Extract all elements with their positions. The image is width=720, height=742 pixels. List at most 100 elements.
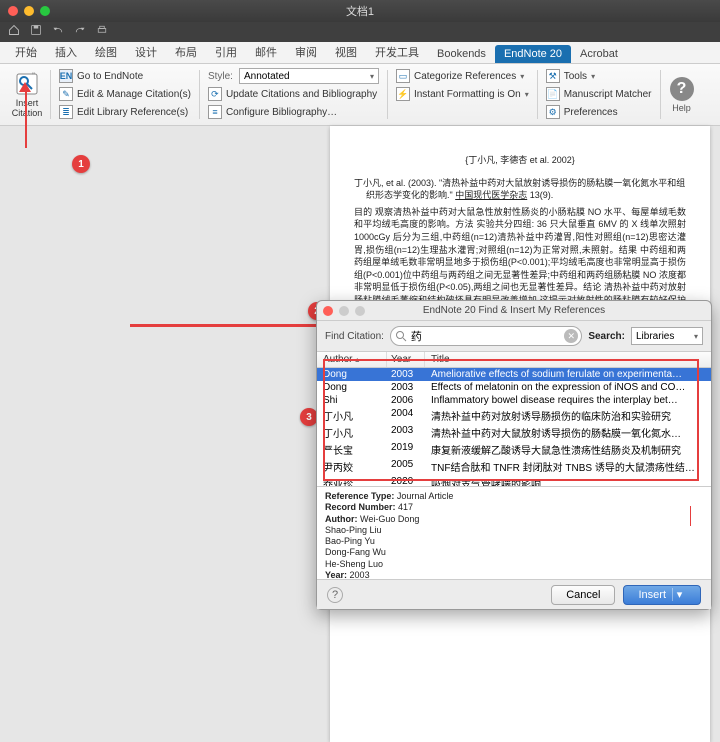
update-citations-label: Update Citations and Bibliography — [226, 89, 377, 100]
document-icon: 📄 — [546, 87, 560, 101]
row-year: 2003 — [387, 381, 425, 394]
library-select[interactable]: Libraries ▾ — [631, 327, 703, 345]
flash-icon: ⚡ — [396, 87, 410, 101]
zoom-icon[interactable] — [40, 6, 50, 16]
redo-icon[interactable] — [74, 23, 86, 41]
chevron-down-icon[interactable]: ▾ — [672, 588, 686, 601]
tab-开始[interactable]: 开始 — [6, 41, 46, 63]
find-insert-dialog: EndNote 20 Find & Insert My References F… — [316, 300, 712, 610]
chevron-down-icon: ▾ — [520, 72, 524, 81]
categorize-refs-button[interactable]: ▭ Categorize References ▾ — [396, 68, 529, 84]
tools-label: Tools — [564, 71, 587, 82]
find-citation-label: Find Citation: — [325, 331, 384, 342]
close-icon[interactable] — [8, 6, 18, 16]
row-title: 清热补益中药对大鼠放射诱导损伤的肠黏膜一氧化氮水… — [425, 424, 711, 441]
dialog-traffic-lights[interactable] — [317, 306, 365, 316]
close-icon[interactable] — [323, 306, 333, 316]
tab-审阅[interactable]: 审阅 — [286, 41, 326, 63]
help-button[interactable]: ? Help — [663, 68, 701, 121]
tab-设计[interactable]: 设计 — [126, 41, 166, 63]
row-author: 丁小凡 — [317, 407, 387, 424]
tab-插入[interactable]: 插入 — [46, 41, 86, 63]
style-label: Style: — [208, 71, 233, 82]
insert-citation-label: Insert Citation — [6, 99, 48, 118]
edit-manage-citations-button[interactable]: ✎ Edit & Manage Citation(s) — [59, 86, 191, 102]
style-select[interactable]: Annotated ▾ — [239, 68, 379, 84]
author-extra: Bao-Ping Yu — [325, 536, 703, 547]
ref-type-label: Reference Type: — [325, 491, 394, 501]
dialog-help-button[interactable]: ? — [327, 587, 343, 603]
result-row[interactable]: Dong2003Ameliorative effects of sodium f… — [317, 368, 711, 381]
tab-Bookends[interactable]: Bookends — [428, 45, 495, 63]
column-year[interactable]: Year — [387, 352, 425, 367]
instant-formatting-button[interactable]: ⚡ Instant Formatting is On ▾ — [396, 86, 529, 102]
style-value: Annotated — [244, 71, 290, 82]
tab-视图[interactable]: 视图 — [326, 41, 366, 63]
results-list[interactable]: Dong2003Ameliorative effects of sodium f… — [317, 368, 711, 486]
tools-group: ⚒ Tools ▾ 📄 Manuscript Matcher ⚙ Prefere… — [540, 68, 658, 121]
configure-bibliography-label: Configure Bibliography… — [226, 107, 337, 118]
manuscript-label: Manuscript Matcher — [564, 89, 652, 100]
row-title: TNF结合肽和 TNFR 封闭肽对 TNBS 诱导的大鼠溃疡性结… — [425, 458, 711, 475]
search-button[interactable]: Search: — [588, 331, 625, 342]
save-icon[interactable] — [30, 23, 42, 41]
minimize-icon[interactable] — [24, 6, 34, 16]
search-input[interactable] — [390, 326, 582, 346]
configure-bibliography-button[interactable]: ≡ Configure Bibliography… — [208, 104, 379, 120]
categorize-label: Categorize References — [414, 71, 516, 82]
edit-library-refs-button[interactable]: ≣ Edit Library Reference(s) — [59, 104, 191, 120]
manuscript-matcher-button[interactable]: 📄 Manuscript Matcher — [546, 86, 652, 102]
tab-引用[interactable]: 引用 — [206, 41, 246, 63]
go-to-endnote-button[interactable]: EN Go to EndNote — [59, 68, 191, 84]
result-row[interactable]: 丁小凡2003清热补益中药对大鼠放射诱导损伤的肠黏膜一氧化氮水… — [317, 424, 711, 441]
insert-citation-button[interactable]: ” Insert Citation — [6, 68, 48, 121]
dialog-titlebar: EndNote 20 Find & Insert My References — [317, 301, 711, 321]
print-icon[interactable] — [96, 23, 108, 41]
bibliography-group: Style: Annotated ▾ ⟳ Update Citations an… — [202, 68, 385, 121]
edit-library-label: Edit Library Reference(s) — [77, 107, 188, 118]
result-row[interactable]: Dong2003Effects of melatonin on the expr… — [317, 381, 711, 394]
tab-开发工具[interactable]: 开发工具 — [366, 41, 428, 63]
result-row[interactable]: 乔亚珍2020吸烟对支气管哮喘的影响 — [317, 475, 711, 486]
rec-num-label: Record Number: — [325, 502, 396, 512]
endnote-badge-icon: EN — [59, 69, 73, 83]
traffic-lights[interactable] — [0, 6, 50, 16]
tab-EndNote 20[interactable]: EndNote 20 — [495, 45, 571, 63]
row-title: 吸烟对支气管哮喘的影响 — [425, 475, 711, 486]
instant-fmt-label: Instant Formatting is On — [414, 89, 521, 100]
column-title[interactable]: Title — [425, 352, 711, 367]
insert-button[interactable]: Insert ▾ — [623, 585, 701, 605]
document-title: 文档1 — [346, 3, 374, 19]
author-extra: Dong-Fang Wu — [325, 547, 703, 558]
row-year: 2020 — [387, 475, 425, 486]
tab-布局[interactable]: 布局 — [166, 41, 206, 63]
undo-icon[interactable] — [52, 23, 64, 41]
result-row[interactable]: Shi2006Inflammatory bowel disease requir… — [317, 394, 711, 407]
tools-button[interactable]: ⚒ Tools ▾ — [546, 68, 652, 84]
home-icon[interactable] — [8, 23, 20, 41]
tab-Acrobat[interactable]: Acrobat — [571, 45, 627, 63]
ribbon: ” Insert Citation EN Go to EndNote ✎ Edi… — [0, 64, 720, 126]
row-year: 2019 — [387, 441, 425, 458]
citation-group: EN Go to EndNote ✎ Edit & Manage Citatio… — [53, 68, 197, 121]
chevron-down-icon: ▾ — [694, 332, 698, 341]
result-row[interactable]: 严长宝2019康复新液缓解乙酸诱导大鼠急性溃疡性结肠炎及机制研究 — [317, 441, 711, 458]
result-row[interactable]: 尹丙姣2005TNF结合肽和 TNFR 封闭肽对 TNBS 诱导的大鼠溃疡性结… — [317, 458, 711, 475]
svg-text:”: ” — [32, 71, 35, 81]
arrowhead-icon — [19, 82, 31, 92]
result-row[interactable]: 丁小凡2004清热补益中药对放射诱导肠损伤的临床防治和实验研究 — [317, 407, 711, 424]
row-author: 丁小凡 — [317, 424, 387, 441]
preferences-button[interactable]: ⚙ Preferences — [546, 104, 652, 120]
update-citations-button[interactable]: ⟳ Update Citations and Bibliography — [208, 86, 379, 102]
author-extra: Shao-Ping Liu — [325, 525, 703, 536]
row-author: Dong — [317, 368, 387, 381]
dialog-title: EndNote 20 Find & Insert My References — [423, 305, 605, 316]
tab-绘图[interactable]: 绘图 — [86, 41, 126, 63]
temporary-citation[interactable]: {丁小凡, 李德杏 et al. 2002} — [354, 154, 686, 167]
tab-邮件[interactable]: 邮件 — [246, 41, 286, 63]
column-author[interactable]: Author ▴ — [317, 352, 387, 367]
library-value: Libraries — [636, 331, 674, 342]
cancel-button[interactable]: Cancel — [551, 585, 615, 605]
row-title: 康复新液缓解乙酸诱导大鼠急性溃疡性结肠炎及机制研究 — [425, 441, 711, 458]
reference-volume: 13(9). — [527, 190, 553, 200]
